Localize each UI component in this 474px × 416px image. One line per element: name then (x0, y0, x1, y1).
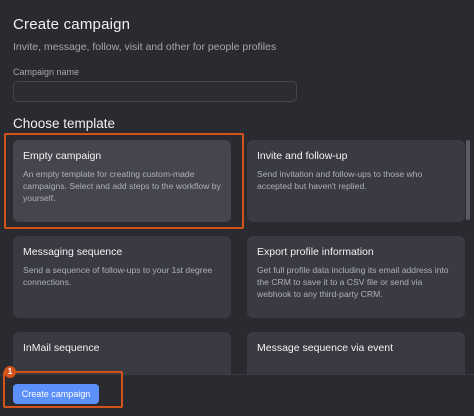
template-card-title: Invite and follow-up (257, 150, 348, 162)
template-card-export-profile-information[interactable]: Export profile information Get full prof… (247, 236, 465, 318)
campaign-name-label: Campaign name (13, 67, 80, 77)
campaign-name-input[interactable] (13, 81, 297, 102)
template-card-title: InMail sequence (23, 342, 100, 354)
choose-template-heading: Choose template (13, 116, 116, 131)
step-number-badge: 1 (4, 366, 16, 378)
dialog-header: Create campaign Invite, message, follow,… (13, 16, 276, 53)
template-card-description: Send invitation and follow-ups to those … (257, 169, 423, 191)
template-card-title: Export profile information (257, 246, 374, 258)
page-title: Create campaign (13, 16, 131, 33)
template-card-title: Messaging sequence (23, 246, 123, 258)
template-card-description: An empty template for creating custom-ma… (23, 169, 221, 203)
template-card-title: Message sequence via event (257, 342, 394, 354)
template-card-messaging-sequence[interactable]: Messaging sequence Send a sequence of fo… (13, 236, 231, 318)
template-card-description: Send a sequence of follow-ups to your 1s… (23, 265, 213, 287)
template-card-empty-campaign[interactable]: Empty campaign An empty template for cre… (13, 140, 231, 222)
templates-scrollbar[interactable] (466, 140, 470, 220)
create-campaign-button[interactable]: Create campaign (13, 384, 99, 404)
template-card-description: Get full profile data including its emai… (257, 265, 449, 299)
template-card-invite-follow-up[interactable]: Invite and follow-up Send invitation and… (247, 140, 465, 222)
page-subtitle: Invite, message, follow, visit and other… (13, 41, 277, 53)
template-card-title: Empty campaign (23, 150, 102, 162)
